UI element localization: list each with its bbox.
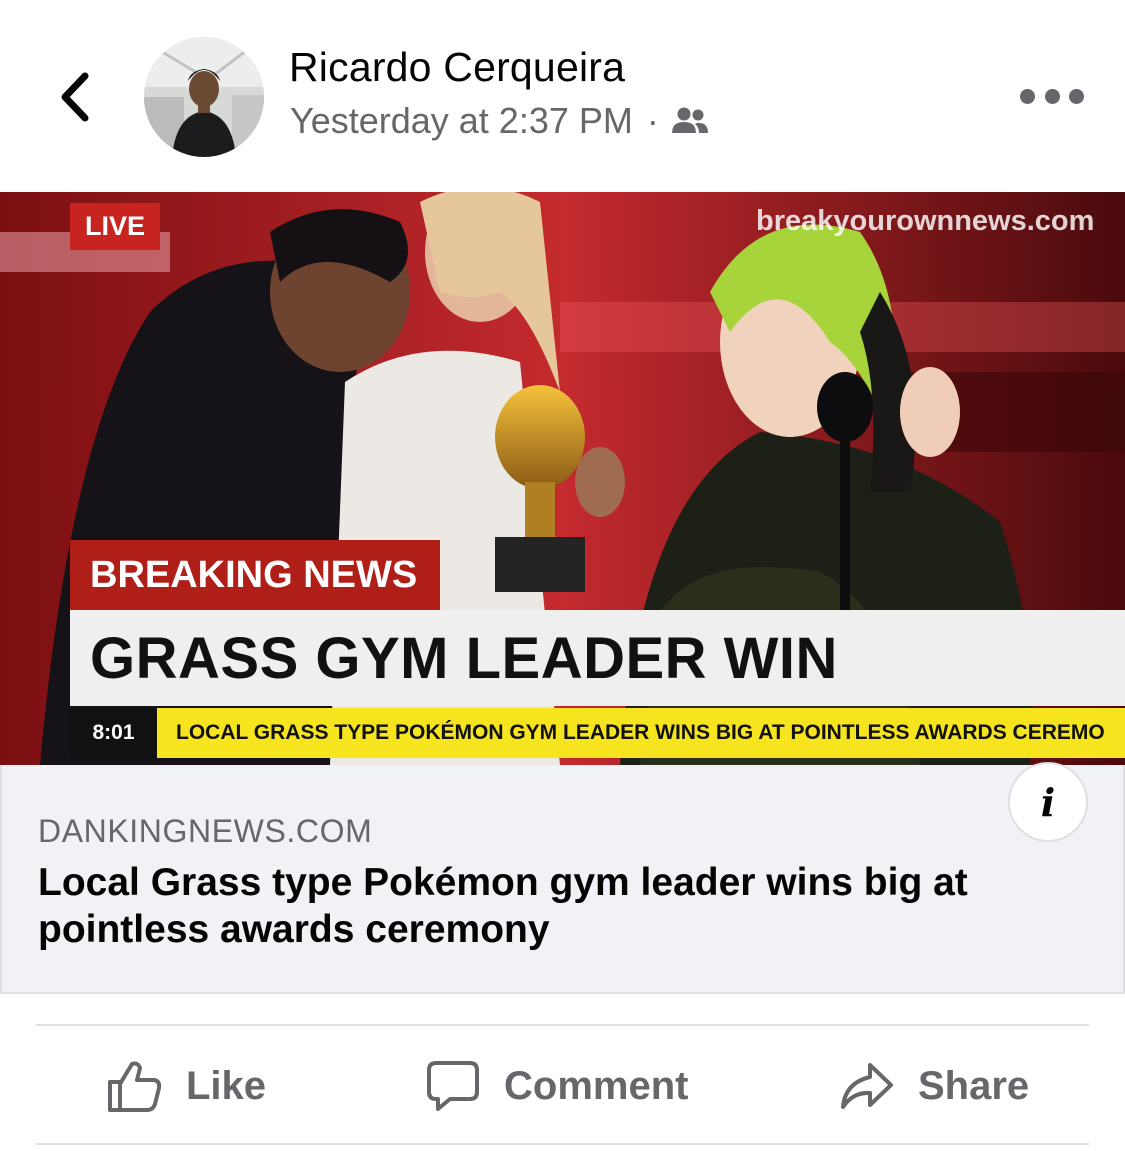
post-timestamp[interactable]: Yesterday at 2:37 PM bbox=[290, 100, 633, 142]
avatar[interactable] bbox=[144, 37, 264, 157]
share-icon bbox=[841, 1063, 893, 1109]
comment-button[interactable]: Comment bbox=[426, 1027, 688, 1145]
link-domain: DANKINGNEWS.COM bbox=[38, 813, 373, 849]
breaking-news-label: BREAKING NEWS bbox=[70, 540, 440, 610]
news-time: 8:01 bbox=[70, 708, 157, 758]
more-options-button[interactable] bbox=[1020, 78, 1084, 114]
back-button[interactable] bbox=[44, 62, 104, 132]
post-meta: Yesterday at 2:37 PM · bbox=[290, 100, 709, 142]
like-button[interactable]: Like bbox=[106, 1027, 266, 1145]
live-badge: LIVE bbox=[70, 203, 160, 250]
more-horizontal-icon bbox=[1020, 88, 1035, 104]
link-title[interactable]: Local Grass type Pokémon gym leader wins… bbox=[38, 859, 1078, 953]
actions-bottom-divider bbox=[36, 1143, 1089, 1145]
comment-label: Comment bbox=[504, 1063, 689, 1108]
news-ticker: LOCAL GRASS TYPE POKÉMON GYM LEADER WINS… bbox=[157, 708, 1125, 758]
info-icon: i bbox=[1040, 779, 1056, 825]
share-button[interactable]: Share bbox=[840, 1027, 1029, 1145]
chevron-left-icon bbox=[61, 72, 89, 122]
thumbs-up-icon bbox=[108, 1061, 162, 1112]
meta-separator: · bbox=[646, 100, 659, 141]
link-caption[interactable]: DANKINGNEWS.COM Local Grass type Pokémon… bbox=[0, 765, 1125, 994]
actions-top-divider bbox=[36, 1024, 1089, 1026]
post-header: Ricardo Cerqueira Yesterday at 2:37 PM · bbox=[0, 0, 1125, 192]
comment-icon bbox=[427, 1061, 479, 1111]
info-button[interactable]: i bbox=[1008, 762, 1088, 842]
media-watermark: breakyourownnews.com bbox=[756, 205, 1095, 237]
post-actions-bar: Like Comment Share bbox=[0, 1027, 1125, 1145]
like-label: Like bbox=[186, 1063, 267, 1108]
news-headline: GRASS GYM LEADER WIN bbox=[70, 610, 1125, 706]
link-preview-card[interactable]: LIVE breakyourownnews.com BREAKING NEWS … bbox=[0, 192, 1125, 994]
share-label: Share bbox=[918, 1063, 1030, 1108]
author-name[interactable]: Ricardo Cerqueira bbox=[289, 44, 625, 91]
friends-icon[interactable] bbox=[671, 106, 709, 136]
